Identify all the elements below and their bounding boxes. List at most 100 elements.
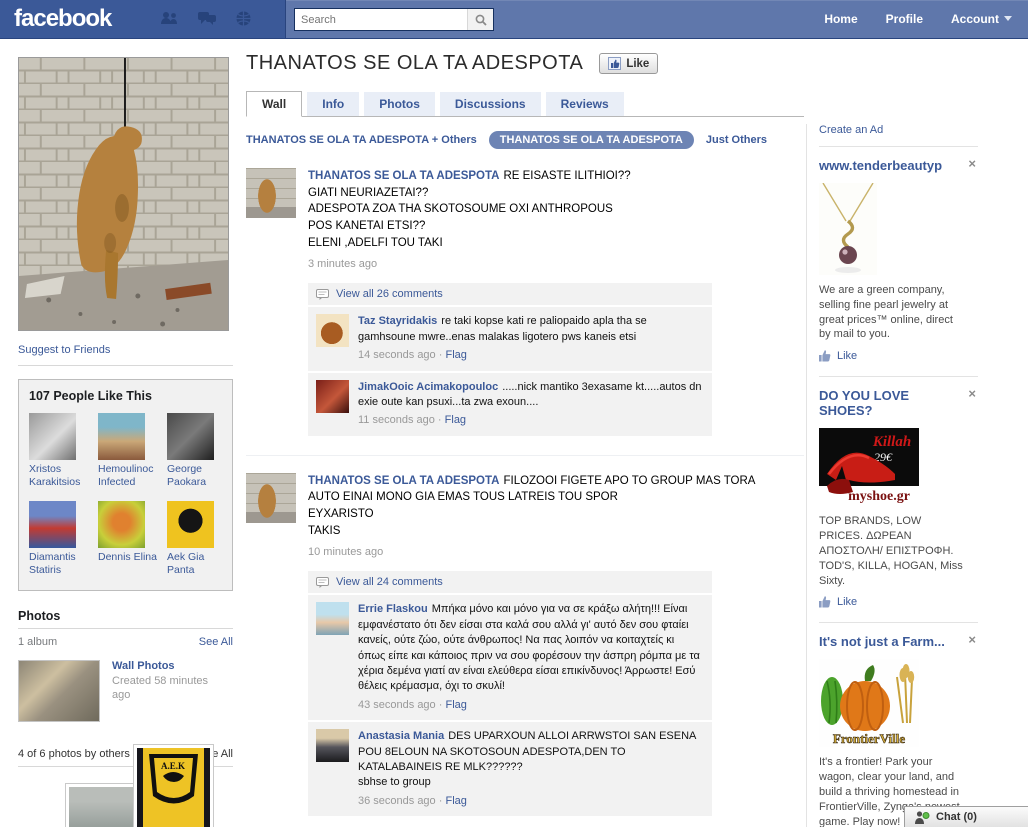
notifications-globe-icon[interactable] [236,11,251,26]
liker-name-link[interactable]: Hemoulinoc Infected [98,463,158,489]
myshoe-site-text: myshoe.gr [848,489,910,504]
liker-name-link[interactable]: George Paokara [167,463,227,489]
flag-link[interactable]: Flag [445,795,466,807]
filter-page-only-selected[interactable]: THANATOS SE OLA TA ADESPOTA [489,131,694,149]
comment-author-link[interactable]: Errie Flaskou [358,603,428,615]
facebook-logo[interactable]: facebook [14,5,111,33]
messages-icon[interactable] [198,11,216,26]
facebook-page: facebook Home Profile Account [0,0,1028,827]
view-all-comments-link[interactable]: View all 24 comments [336,576,443,588]
ad-title-link[interactable]: DO YOU LOVE SHOES? [819,389,951,419]
ad-close-icon[interactable]: × [968,159,976,169]
top-nav-bar: facebook Home Profile Account [0,0,1028,39]
ad-title-link[interactable]: It's not just a Farm... [819,635,951,650]
ad-image-pearl-pendant[interactable] [819,183,877,275]
top-nav-links: Home Profile Account [824,0,1012,38]
divider [819,146,978,147]
comment-author-avatar[interactable] [316,314,349,347]
photo-thumbnail[interactable] [65,783,143,827]
ad-image-killah-shoe[interactable]: Killah 29€ myshoe.gr [819,428,919,506]
post-line: GIATI NEURIAZETAI?? [308,185,804,202]
comment-author-link[interactable]: JimakOoic Acimakopouloc [358,381,498,393]
post-line: FILOZOOI FIGETE APO TO GROUP MAS TORA [503,475,755,487]
post-message: THANATOS SE OLA TA ADESPOTA RE EISASTE IL… [308,168,804,251]
thumbs-up-icon [819,350,832,362]
frontierville-logo-text: FrontierVille [833,731,905,746]
liker-name-link[interactable]: Xristos Karakitsios [29,463,89,489]
flag-link[interactable]: Flag [445,699,466,711]
comment-timestamp: 43 seconds ago [358,699,436,711]
post-line: EYXARISTO [308,506,804,523]
search-button[interactable] [467,9,493,30]
view-all-comments-bar: View all 24 comments [308,571,712,593]
photo-thumbnail-aek[interactable]: A.E.K [133,744,214,827]
liker-avatar[interactable] [167,413,214,460]
nav-home-link[interactable]: Home [824,12,857,26]
filter-page-plus-others[interactable]: THANATOS SE OLA TA ADESPOTA + Others [246,134,477,146]
page-like-button[interactable]: Like [599,53,658,74]
liker-name-link[interactable]: Aek Gia Panta [167,551,227,577]
liker-avatar[interactable] [98,501,145,548]
ad-close-icon[interactable]: × [968,635,976,645]
ad-close-icon[interactable]: × [968,389,976,399]
nav-profile-link[interactable]: Profile [886,12,923,26]
photos-by-others-count: 4 of 6 photos by others [18,748,130,760]
liker-name-link[interactable]: Diamantis Statiris [29,551,89,577]
view-all-comments-link[interactable]: View all 26 comments [336,288,443,300]
wall-post: THANATOS SE OLA TA ADESPOTA FILOZOOI FIGE… [246,455,804,816]
post-author-avatar[interactable] [246,473,296,523]
comment-author-avatar[interactable] [316,380,349,413]
tab-info[interactable]: Info [307,92,359,116]
nav-account-menu[interactable]: Account [951,12,1012,26]
post-timestamp: 3 minutes ago [308,258,804,270]
profile-photo[interactable] [18,57,229,331]
liker-item: George Paokara [167,413,227,489]
ad-like-link[interactable]: Like [837,350,857,362]
filter-just-others[interactable]: Just Others [706,134,767,146]
comment-author-link[interactable]: Anastasia Mania [358,730,444,742]
chat-bar[interactable]: Chat (0) [904,806,1028,827]
tab-photos[interactable]: Photos [364,92,435,116]
ads-rail: Create an Ad www.tenderbeautyp × We are … [806,124,978,827]
ad-body-text: TOP BRANDS, LOW PRICES. ΔΩΡΕΑΝ ΑΠΟΣΤΟΛΗ/… [819,514,965,588]
friend-requests-icon[interactable] [160,11,178,26]
tab-reviews[interactable]: Reviews [546,92,624,116]
liker-avatar[interactable] [29,413,76,460]
post-author-link[interactable]: THANATOS SE OLA TA ADESPOTA [308,170,499,182]
liker-name-link[interactable]: Dennis Elina [98,551,158,564]
comment-author-avatar[interactable] [316,602,349,635]
post-author-avatar[interactable] [246,168,296,218]
post-line: RE EISASTE ILITHIOI?? [503,170,630,182]
liker-avatar[interactable] [29,501,76,548]
thumbs-up-icon [819,596,832,608]
ad-body-text: We are a green company, selling fine pea… [819,283,965,342]
ad-like-link[interactable]: Like [837,596,857,608]
comment-author-avatar[interactable] [316,729,349,762]
comment: Taz Stayridakisre taki kopse kati re pal… [308,307,712,370]
album-count: 1 album [18,636,57,648]
flag-link[interactable]: Flag [445,349,466,361]
search-input[interactable] [295,9,467,30]
comment-text: Μπήκα μόνο και μόνο για να σε κράξω αλήτ… [358,603,700,692]
see-all-albums-link[interactable]: See All [199,636,233,648]
suggest-to-friends-link[interactable]: Suggest to Friends [18,344,110,356]
liker-avatar[interactable] [98,413,145,460]
ad-image-frontierville[interactable]: FrontierVille [819,659,919,747]
album-thumbnail[interactable] [18,660,100,722]
comment-timestamp: 14 seconds ago [358,349,436,361]
comment: Errie FlaskouΜπήκα μόνο και μόνο για να … [308,595,712,720]
tab-discussions[interactable]: Discussions [440,92,541,116]
comment: Anastasia ManiaDES UPARXOUN ALLOI ARRWST… [308,722,712,816]
top-icon-group [160,11,251,26]
liker-avatar[interactable] [167,501,214,548]
page-tabs: Wall Info Photos Discussions Reviews [246,91,804,117]
tab-wall[interactable]: Wall [246,91,302,117]
album-title-link[interactable]: Wall Photos [112,660,175,672]
post-author-link[interactable]: THANATOS SE OLA TA ADESPOTA [308,475,499,487]
create-an-ad-link[interactable]: Create an Ad [819,124,883,136]
flag-link[interactable]: Flag [445,414,466,426]
comment-author-link[interactable]: Taz Stayridakis [358,315,437,327]
ad-title-link[interactable]: www.tenderbeautyp [819,159,951,174]
chat-label: Chat (0) [936,811,977,823]
photos-box: Photos 1 album See All Wall Photos Creat… [18,609,233,767]
